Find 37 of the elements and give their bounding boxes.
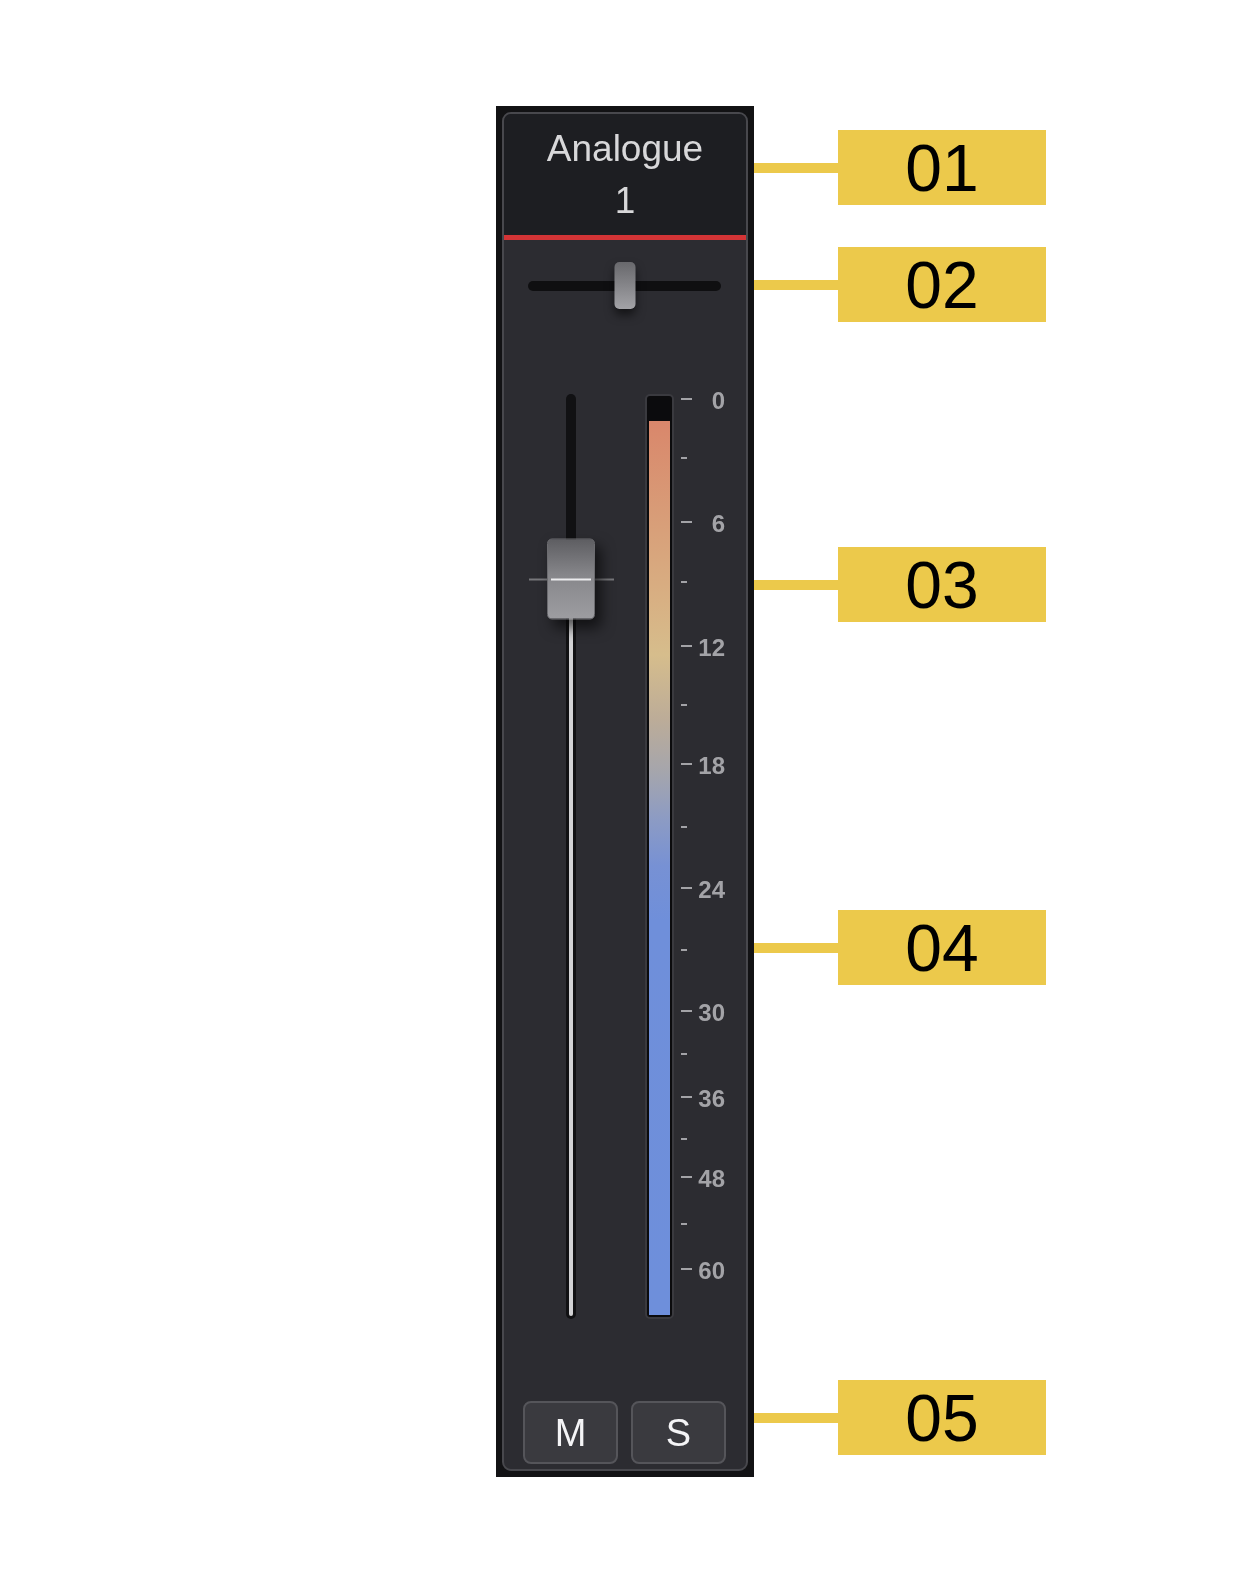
tick-mark bbox=[681, 949, 687, 951]
scale-label: 6 bbox=[711, 509, 725, 537]
tick-mark bbox=[681, 1010, 692, 1012]
tick-mark bbox=[681, 704, 687, 706]
tick-mark bbox=[681, 1268, 692, 1270]
tick-mark bbox=[681, 645, 692, 647]
volume-fader-handle[interactable] bbox=[528, 538, 614, 620]
scale-label: 48 bbox=[698, 1164, 725, 1192]
mute-button[interactable]: M bbox=[523, 1401, 618, 1464]
solo-button[interactable]: S bbox=[631, 1401, 726, 1464]
callout-label: 04 bbox=[838, 910, 1046, 985]
tick-mark bbox=[681, 521, 692, 523]
scale-label: 36 bbox=[698, 1084, 725, 1112]
scale-label: 0 bbox=[711, 386, 725, 414]
scale-label: 60 bbox=[698, 1256, 725, 1284]
tick-mark bbox=[681, 763, 692, 765]
tick-mark bbox=[681, 1176, 692, 1178]
tick-mark bbox=[681, 1096, 692, 1098]
scale-label: 30 bbox=[698, 998, 725, 1026]
callout-label: 01 bbox=[838, 130, 1046, 205]
callout-label: 05 bbox=[838, 1380, 1046, 1455]
tick-mark bbox=[681, 398, 692, 400]
callout-label: 03 bbox=[838, 547, 1046, 622]
scale-label: 24 bbox=[698, 875, 725, 903]
scale-label: 18 bbox=[698, 751, 725, 779]
callout-label: 02 bbox=[838, 247, 1046, 322]
tick-mark bbox=[681, 826, 687, 828]
tick-mark bbox=[681, 887, 692, 889]
channel-name: Analogue 1 bbox=[545, 127, 705, 223]
tick-mark bbox=[681, 457, 687, 459]
tick-mark bbox=[681, 1138, 687, 1140]
tick-mark bbox=[681, 1223, 687, 1225]
pan-slider-thumb[interactable] bbox=[614, 262, 635, 309]
tick-mark bbox=[681, 1053, 687, 1055]
tick-mark bbox=[681, 581, 687, 583]
scale-label: 12 bbox=[698, 633, 725, 661]
volume-fader-track[interactable] bbox=[566, 394, 576, 1319]
